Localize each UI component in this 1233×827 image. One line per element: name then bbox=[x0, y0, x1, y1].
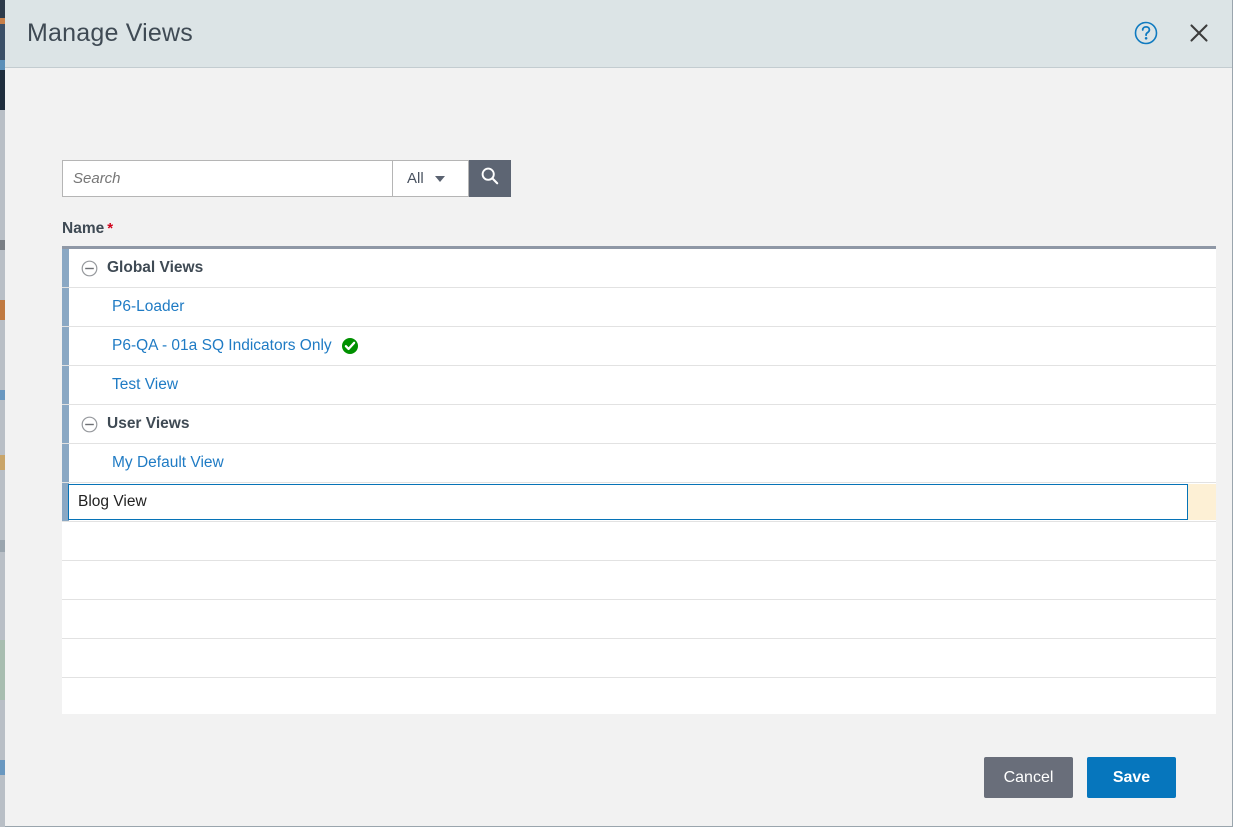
manage-views-dialog: Manage Views bbox=[5, 0, 1233, 827]
row-gutter bbox=[62, 561, 69, 599]
group-label: Global Views bbox=[107, 259, 203, 277]
row-gutter bbox=[62, 444, 69, 482]
help-button[interactable] bbox=[1131, 19, 1161, 49]
table-row[interactable]: P6-QA - 01a SQ Indicators Only bbox=[62, 327, 1216, 366]
view-name-input[interactable] bbox=[68, 484, 1188, 520]
table-row[interactable]: Test View bbox=[62, 366, 1216, 405]
views-tree-table: Global Views P6-Loader P6-QA - 01a SQ In… bbox=[62, 246, 1216, 714]
dialog-header: Manage Views bbox=[5, 0, 1232, 68]
table-row-editing[interactable] bbox=[62, 483, 1216, 522]
required-asterisk: * bbox=[107, 220, 113, 237]
name-column-label: Name bbox=[62, 220, 104, 237]
view-name-link[interactable]: Test View bbox=[112, 376, 178, 394]
table-row[interactable]: User Views bbox=[62, 405, 1216, 444]
search-icon bbox=[480, 166, 500, 191]
table-row[interactable]: P6-Loader bbox=[62, 288, 1216, 327]
row-gutter bbox=[62, 678, 69, 714]
row-gutter bbox=[62, 522, 69, 560]
chevron-down-icon bbox=[435, 176, 445, 182]
name-column-header: Name* bbox=[62, 220, 113, 238]
default-check-icon bbox=[341, 337, 359, 355]
view-name-link[interactable]: P6-Loader bbox=[112, 298, 184, 316]
table-row[interactable]: Global Views bbox=[62, 249, 1216, 288]
row-gutter bbox=[62, 288, 69, 326]
close-icon bbox=[1187, 21, 1211, 48]
collapse-circle-minus-icon[interactable] bbox=[81, 260, 98, 277]
table-row-empty[interactable] bbox=[62, 639, 1216, 678]
search-input[interactable] bbox=[62, 160, 392, 197]
row-gutter bbox=[62, 600, 69, 638]
row-gutter bbox=[62, 405, 69, 443]
save-button[interactable]: Save bbox=[1087, 757, 1176, 798]
row-gutter bbox=[62, 327, 69, 365]
search-submit-button[interactable] bbox=[469, 160, 511, 197]
view-name-link[interactable]: My Default View bbox=[112, 454, 224, 472]
table-row-empty[interactable] bbox=[62, 678, 1216, 714]
unsaved-changes-indicator bbox=[1188, 484, 1216, 520]
collapse-circle-minus-icon[interactable] bbox=[81, 416, 98, 433]
table-row[interactable]: My Default View bbox=[62, 444, 1216, 483]
table-row-empty[interactable] bbox=[62, 522, 1216, 561]
table-row-empty[interactable] bbox=[62, 600, 1216, 639]
close-button[interactable] bbox=[1184, 19, 1214, 49]
header-actions bbox=[1131, 0, 1214, 68]
dialog-body: All Name* bbox=[5, 68, 1232, 714]
help-circle-icon bbox=[1133, 20, 1159, 49]
table-row-empty[interactable] bbox=[62, 561, 1216, 600]
search-scope-dropdown[interactable]: All bbox=[392, 160, 469, 197]
cancel-button[interactable]: Cancel bbox=[984, 757, 1073, 798]
page-title: Manage Views bbox=[27, 19, 193, 48]
view-name-link[interactable]: P6-QA - 01a SQ Indicators Only bbox=[112, 337, 332, 355]
search-scope-label: All bbox=[407, 170, 424, 187]
row-gutter bbox=[62, 249, 69, 287]
search-toolbar: All bbox=[62, 160, 511, 197]
dialog-footer: Cancel Save bbox=[5, 714, 1232, 826]
row-gutter bbox=[62, 366, 69, 404]
group-label: User Views bbox=[107, 415, 189, 433]
row-gutter bbox=[62, 639, 69, 677]
